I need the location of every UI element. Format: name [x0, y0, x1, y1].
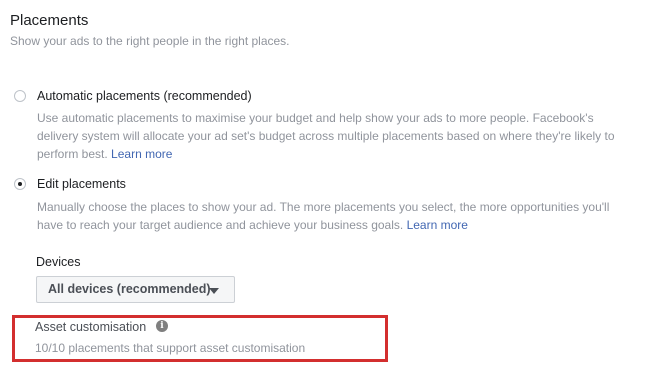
automatic-placements-radio[interactable]: [14, 90, 26, 102]
edit-placements-learn-more-link[interactable]: Learn more: [407, 218, 468, 232]
info-icon[interactable]: i: [156, 320, 168, 332]
caret-down-icon: [209, 288, 219, 294]
edit-placements-description: Manually choose the places to show your …: [37, 198, 622, 234]
devices-dropdown[interactable]: All devices (recommended): [36, 276, 235, 303]
edit-placements-radio[interactable]: [14, 178, 26, 190]
page-title: Placements: [10, 12, 89, 29]
asset-customisation-label: Asset customisation: [35, 320, 147, 334]
placements-panel: Placements Show your ads to the right pe…: [0, 0, 645, 366]
automatic-placements-learn-more-link[interactable]: Learn more: [111, 147, 172, 161]
page-subtitle: Show your ads to the right people in the…: [10, 34, 290, 48]
edit-placements-label[interactable]: Edit placements: [37, 176, 126, 192]
devices-dropdown-value: All devices (recommended): [48, 282, 211, 296]
asset-customisation-value: 10/10 placements that support asset cust…: [35, 341, 306, 355]
automatic-placements-label[interactable]: Automatic placements (recommended): [37, 88, 252, 104]
devices-label: Devices: [36, 255, 81, 269]
edit-placements-description-text: Manually choose the places to show your …: [37, 200, 610, 232]
automatic-placements-description: Use automatic placements to maximise you…: [37, 109, 622, 163]
